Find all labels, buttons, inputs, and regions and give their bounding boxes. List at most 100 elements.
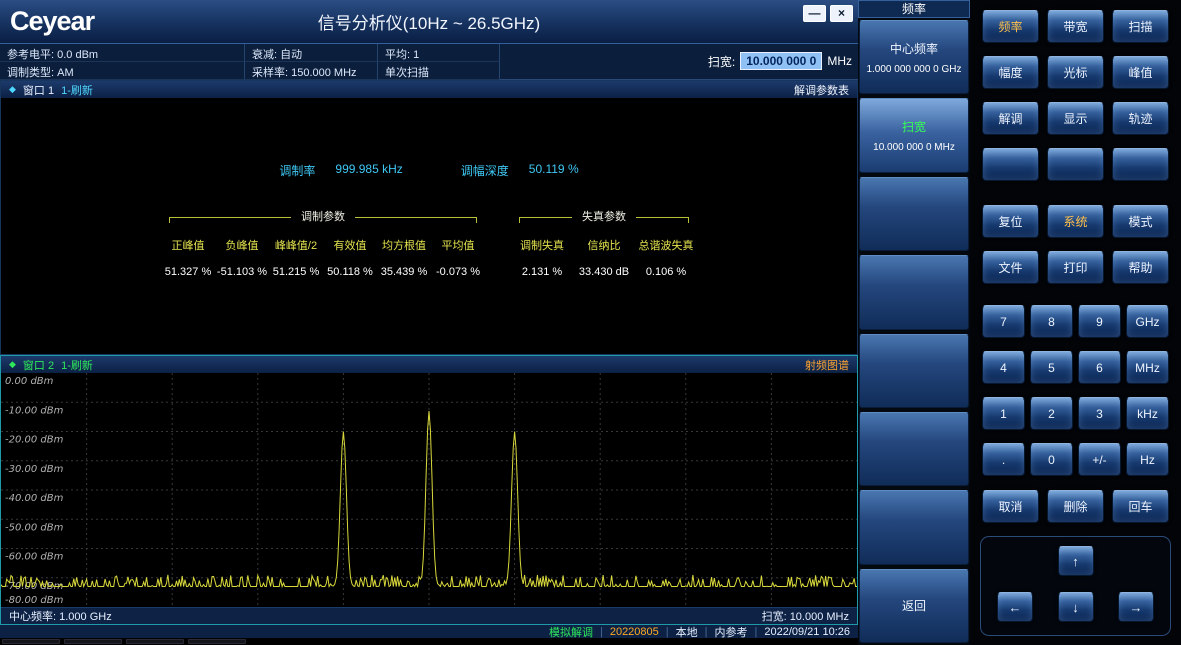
key-cancel[interactable]: 取消 (982, 490, 1039, 523)
span-readout: 扫宽: 10.000 MHz (762, 608, 849, 624)
svg-text:-50.00 dBm: -50.00 dBm (5, 522, 64, 533)
arrow-left-key[interactable]: ← (997, 592, 1033, 622)
softkey-blank-3[interactable] (859, 334, 969, 408)
key-0[interactable]: 0 (1030, 443, 1073, 476)
ref-level-field[interactable]: 参考电平: 0.0 dBm (0, 44, 245, 62)
arrow-down-key[interactable]: ↓ (1058, 592, 1094, 622)
window2-marker-icon: ◆ (9, 359, 16, 370)
key-5[interactable]: 5 (1030, 351, 1073, 384)
key-bandwidth[interactable]: 带宽 (1047, 10, 1104, 43)
key-unit-hz[interactable]: Hz (1126, 443, 1169, 476)
softkey-blank-2[interactable] (859, 255, 969, 329)
spectrum-plot[interactable]: 0.00 dBm-10.00 dBm-20.00 dBm-30.00 dBm-4… (1, 373, 857, 607)
arrow-right-key[interactable]: → (1118, 592, 1154, 622)
mod-rate-row: 调制率 999.985 kHz 调幅深度 50.119 % (1, 98, 857, 179)
key-mode[interactable]: 模式 (1112, 205, 1169, 238)
window-controls: — × (803, 5, 853, 22)
distortion-group-label: 失真参数 (572, 210, 636, 225)
taskbar-tab[interactable] (188, 639, 246, 644)
taskbar-tab[interactable] (126, 639, 184, 644)
key-demod[interactable]: 解调 (982, 102, 1039, 135)
status-version: 20220805 (610, 626, 659, 638)
param-column-pk-pk-half: 峰峰值/2 51.215 % (269, 237, 323, 278)
app-title: 信号分析仪(10Hz ~ 26.5GHz) (0, 9, 858, 34)
key-7[interactable]: 7 (982, 305, 1025, 338)
status-datetime: 2022/09/21 10:26 (764, 626, 850, 638)
close-button[interactable]: × (830, 5, 853, 22)
softkey-blank-4[interactable] (859, 412, 969, 486)
key-unit-ghz[interactable]: GHz (1126, 305, 1169, 338)
svg-text:0.00 dBm: 0.00 dBm (5, 376, 54, 387)
key-trace[interactable]: 轨迹 (1112, 102, 1169, 135)
status-separator: | (600, 626, 603, 638)
key-enter[interactable]: 回车 (1112, 490, 1169, 523)
key-3[interactable]: 3 (1078, 397, 1121, 430)
status-separator: | (705, 626, 708, 638)
key-4[interactable]: 4 (982, 351, 1025, 384)
key-system[interactable]: 系统 (1047, 205, 1104, 238)
key-8[interactable]: 8 (1030, 305, 1073, 338)
key-plus-minus[interactable]: +/- (1078, 443, 1121, 476)
mod-type-field[interactable]: 调制类型: AM (0, 62, 245, 80)
window1-view-selector[interactable]: 解调参数表 (794, 82, 849, 98)
demod-results-groups: 调制参数 正峰值 51.327 % 负峰值 -51.103 % (1, 209, 857, 278)
key-print[interactable]: 打印 (1047, 251, 1104, 284)
status-separator: | (755, 626, 758, 638)
key-delete[interactable]: 删除 (1047, 490, 1104, 523)
window1-header[interactable]: ◆ 窗口 1 1-刷新 解调参数表 (1, 81, 857, 98)
status-bar: 模拟解调 | 20220805 | 本地 | 内参考 | 2022/09/21 … (0, 625, 858, 638)
key-amplitude[interactable]: 幅度 (982, 56, 1039, 89)
minimize-button[interactable]: — (803, 5, 826, 22)
arrow-key-cluster: ↑ ← ↓ → (980, 536, 1171, 636)
taskbar-tab[interactable] (2, 639, 60, 644)
svg-text:-60.00 dBm: -60.00 dBm (5, 552, 64, 563)
key-6[interactable]: 6 (1078, 351, 1121, 384)
sweep-entry-control: 扫宽: 10.000 000 0 MHz (708, 52, 852, 70)
arrow-up-key[interactable]: ↑ (1058, 546, 1094, 576)
average-field[interactable]: 平均: 1 (378, 44, 500, 62)
softkey-span[interactable]: 扫宽 10.000 000 0 MHz (859, 98, 969, 172)
key-preset[interactable]: 复位 (982, 205, 1039, 238)
distortion-params-group: 失真参数 调制失真 2.131 % 信纳比 33.430 dB (511, 209, 697, 278)
mod-depth-value: 50.119 % (529, 162, 579, 179)
key-2[interactable]: 2 (1030, 397, 1073, 430)
window1-marker-icon: ◆ (9, 84, 16, 95)
key-display[interactable]: 显示 (1047, 102, 1104, 135)
softkey-blank-1[interactable] (859, 177, 969, 251)
status-separator: | (666, 626, 669, 638)
attenuation-field[interactable]: 衰减: 自动 (245, 44, 378, 62)
key-marker[interactable]: 光标 (1047, 56, 1104, 89)
window2-view-selector[interactable]: 射频图谱 (805, 357, 849, 373)
softkey-back[interactable]: 返回 (859, 569, 969, 643)
spectrum-svg: 0.00 dBm-10.00 dBm-20.00 dBm-30.00 dBm-4… (1, 373, 857, 607)
key-sweep[interactable]: 扫描 (1112, 10, 1169, 43)
sweep-mode-field[interactable]: 单次扫描 (378, 62, 500, 80)
key-frequency[interactable]: 频率 (982, 10, 1039, 43)
param-column-thd: 总谐波失真 0.106 % (635, 237, 697, 278)
window2-title: 窗口 2 (23, 357, 54, 373)
param-column-mod-distortion: 调制失真 2.131 % (511, 237, 573, 278)
key-9[interactable]: 9 (1078, 305, 1121, 338)
window2-rf-spectrum: ◆ 窗口 2 1-刷新 射频图谱 0.00 dBm-10.00 dBm-20.0… (0, 355, 858, 625)
key-blank-1[interactable] (982, 148, 1039, 181)
key-unit-mhz[interactable]: MHz (1126, 351, 1169, 384)
key-1[interactable]: 1 (982, 397, 1025, 430)
softkey-center-freq[interactable]: 中心频率 1.000 000 000 0 GHz (859, 20, 969, 94)
softkey-blank-5[interactable] (859, 490, 969, 564)
window2-header[interactable]: ◆ 窗口 2 1-刷新 射频图谱 (1, 356, 857, 373)
key-blank-2[interactable] (1047, 148, 1104, 181)
mod-params-group: 调制参数 正峰值 51.327 % 负峰值 -51.103 % (161, 209, 485, 278)
key-file[interactable]: 文件 (982, 251, 1039, 284)
key-help[interactable]: 帮助 (1112, 251, 1169, 284)
key-blank-3[interactable] (1112, 148, 1169, 181)
spectrum-footer: 中心频率: 1.000 GHz 扫宽: 10.000 MHz (1, 607, 857, 624)
sweep-input[interactable]: 10.000 000 0 (740, 52, 822, 70)
key-peak[interactable]: 峰值 (1112, 56, 1169, 89)
svg-text:-10.00 dBm: -10.00 dBm (5, 405, 64, 416)
param-column-sinad: 信纳比 33.430 dB (573, 237, 635, 278)
key-decimal[interactable]: . (982, 443, 1025, 476)
taskbar-tab[interactable] (64, 639, 122, 644)
sample-rate-field[interactable]: 采样率: 150.000 MHz (245, 62, 378, 80)
key-unit-khz[interactable]: kHz (1126, 397, 1169, 430)
mod-depth-item: 调幅深度 50.119 % (461, 162, 579, 179)
